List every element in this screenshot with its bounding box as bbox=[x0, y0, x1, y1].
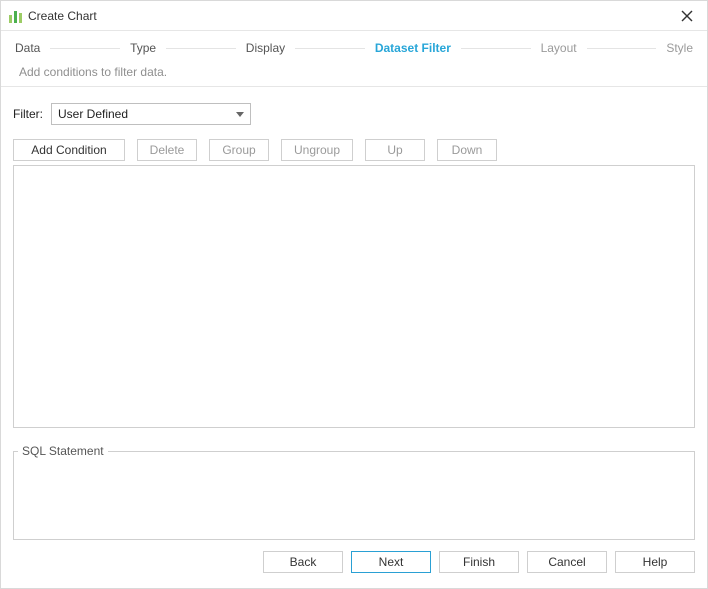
filter-label: Filter: bbox=[13, 107, 43, 121]
step-display[interactable]: Display bbox=[244, 41, 287, 55]
back-button[interactable]: Back bbox=[263, 551, 343, 573]
filter-dropdown[interactable]: User Defined bbox=[51, 103, 251, 125]
step-dataset-filter[interactable]: Dataset Filter bbox=[373, 41, 453, 55]
filter-selected-value: User Defined bbox=[58, 107, 128, 121]
step-data[interactable]: Data bbox=[13, 41, 42, 55]
titlebar: Create Chart bbox=[1, 1, 707, 31]
group-button[interactable]: Group bbox=[209, 139, 269, 161]
window-title: Create Chart bbox=[28, 9, 97, 23]
step-style[interactable]: Style bbox=[664, 41, 695, 55]
up-button[interactable]: Up bbox=[365, 139, 425, 161]
step-separator bbox=[50, 48, 120, 49]
chart-icon bbox=[9, 9, 22, 23]
create-chart-dialog: Create Chart Data Type Display Dataset F… bbox=[0, 0, 708, 589]
sql-statement-box: SQL Statement bbox=[13, 444, 695, 540]
dialog-footer: Back Next Finish Cancel Help bbox=[1, 546, 707, 588]
wizard-stepper: Data Type Display Dataset Filter Layout … bbox=[1, 31, 707, 87]
step-separator bbox=[587, 48, 657, 49]
conditions-list[interactable] bbox=[13, 165, 695, 428]
close-icon bbox=[681, 10, 693, 22]
chevron-down-icon bbox=[236, 112, 244, 117]
step-description: Add conditions to filter data. bbox=[13, 65, 695, 79]
finish-button[interactable]: Finish bbox=[439, 551, 519, 573]
step-separator bbox=[461, 48, 531, 49]
filter-row: Filter: User Defined bbox=[13, 103, 695, 125]
cancel-button[interactable]: Cancel bbox=[527, 551, 607, 573]
content-area: Filter: User Defined Add Condition Delet… bbox=[1, 87, 707, 546]
help-button[interactable]: Help bbox=[615, 551, 695, 573]
delete-button[interactable]: Delete bbox=[137, 139, 197, 161]
ungroup-button[interactable]: Ungroup bbox=[281, 139, 353, 161]
add-condition-button[interactable]: Add Condition bbox=[13, 139, 125, 161]
next-button[interactable]: Next bbox=[351, 551, 431, 573]
sql-statement-legend: SQL Statement bbox=[18, 444, 108, 458]
step-separator bbox=[166, 48, 236, 49]
down-button[interactable]: Down bbox=[437, 139, 497, 161]
step-type[interactable]: Type bbox=[128, 41, 158, 55]
step-separator bbox=[295, 48, 365, 49]
condition-toolbar: Add Condition Delete Group Ungroup Up Do… bbox=[13, 139, 695, 161]
close-button[interactable] bbox=[673, 5, 701, 27]
step-layout[interactable]: Layout bbox=[539, 41, 579, 55]
